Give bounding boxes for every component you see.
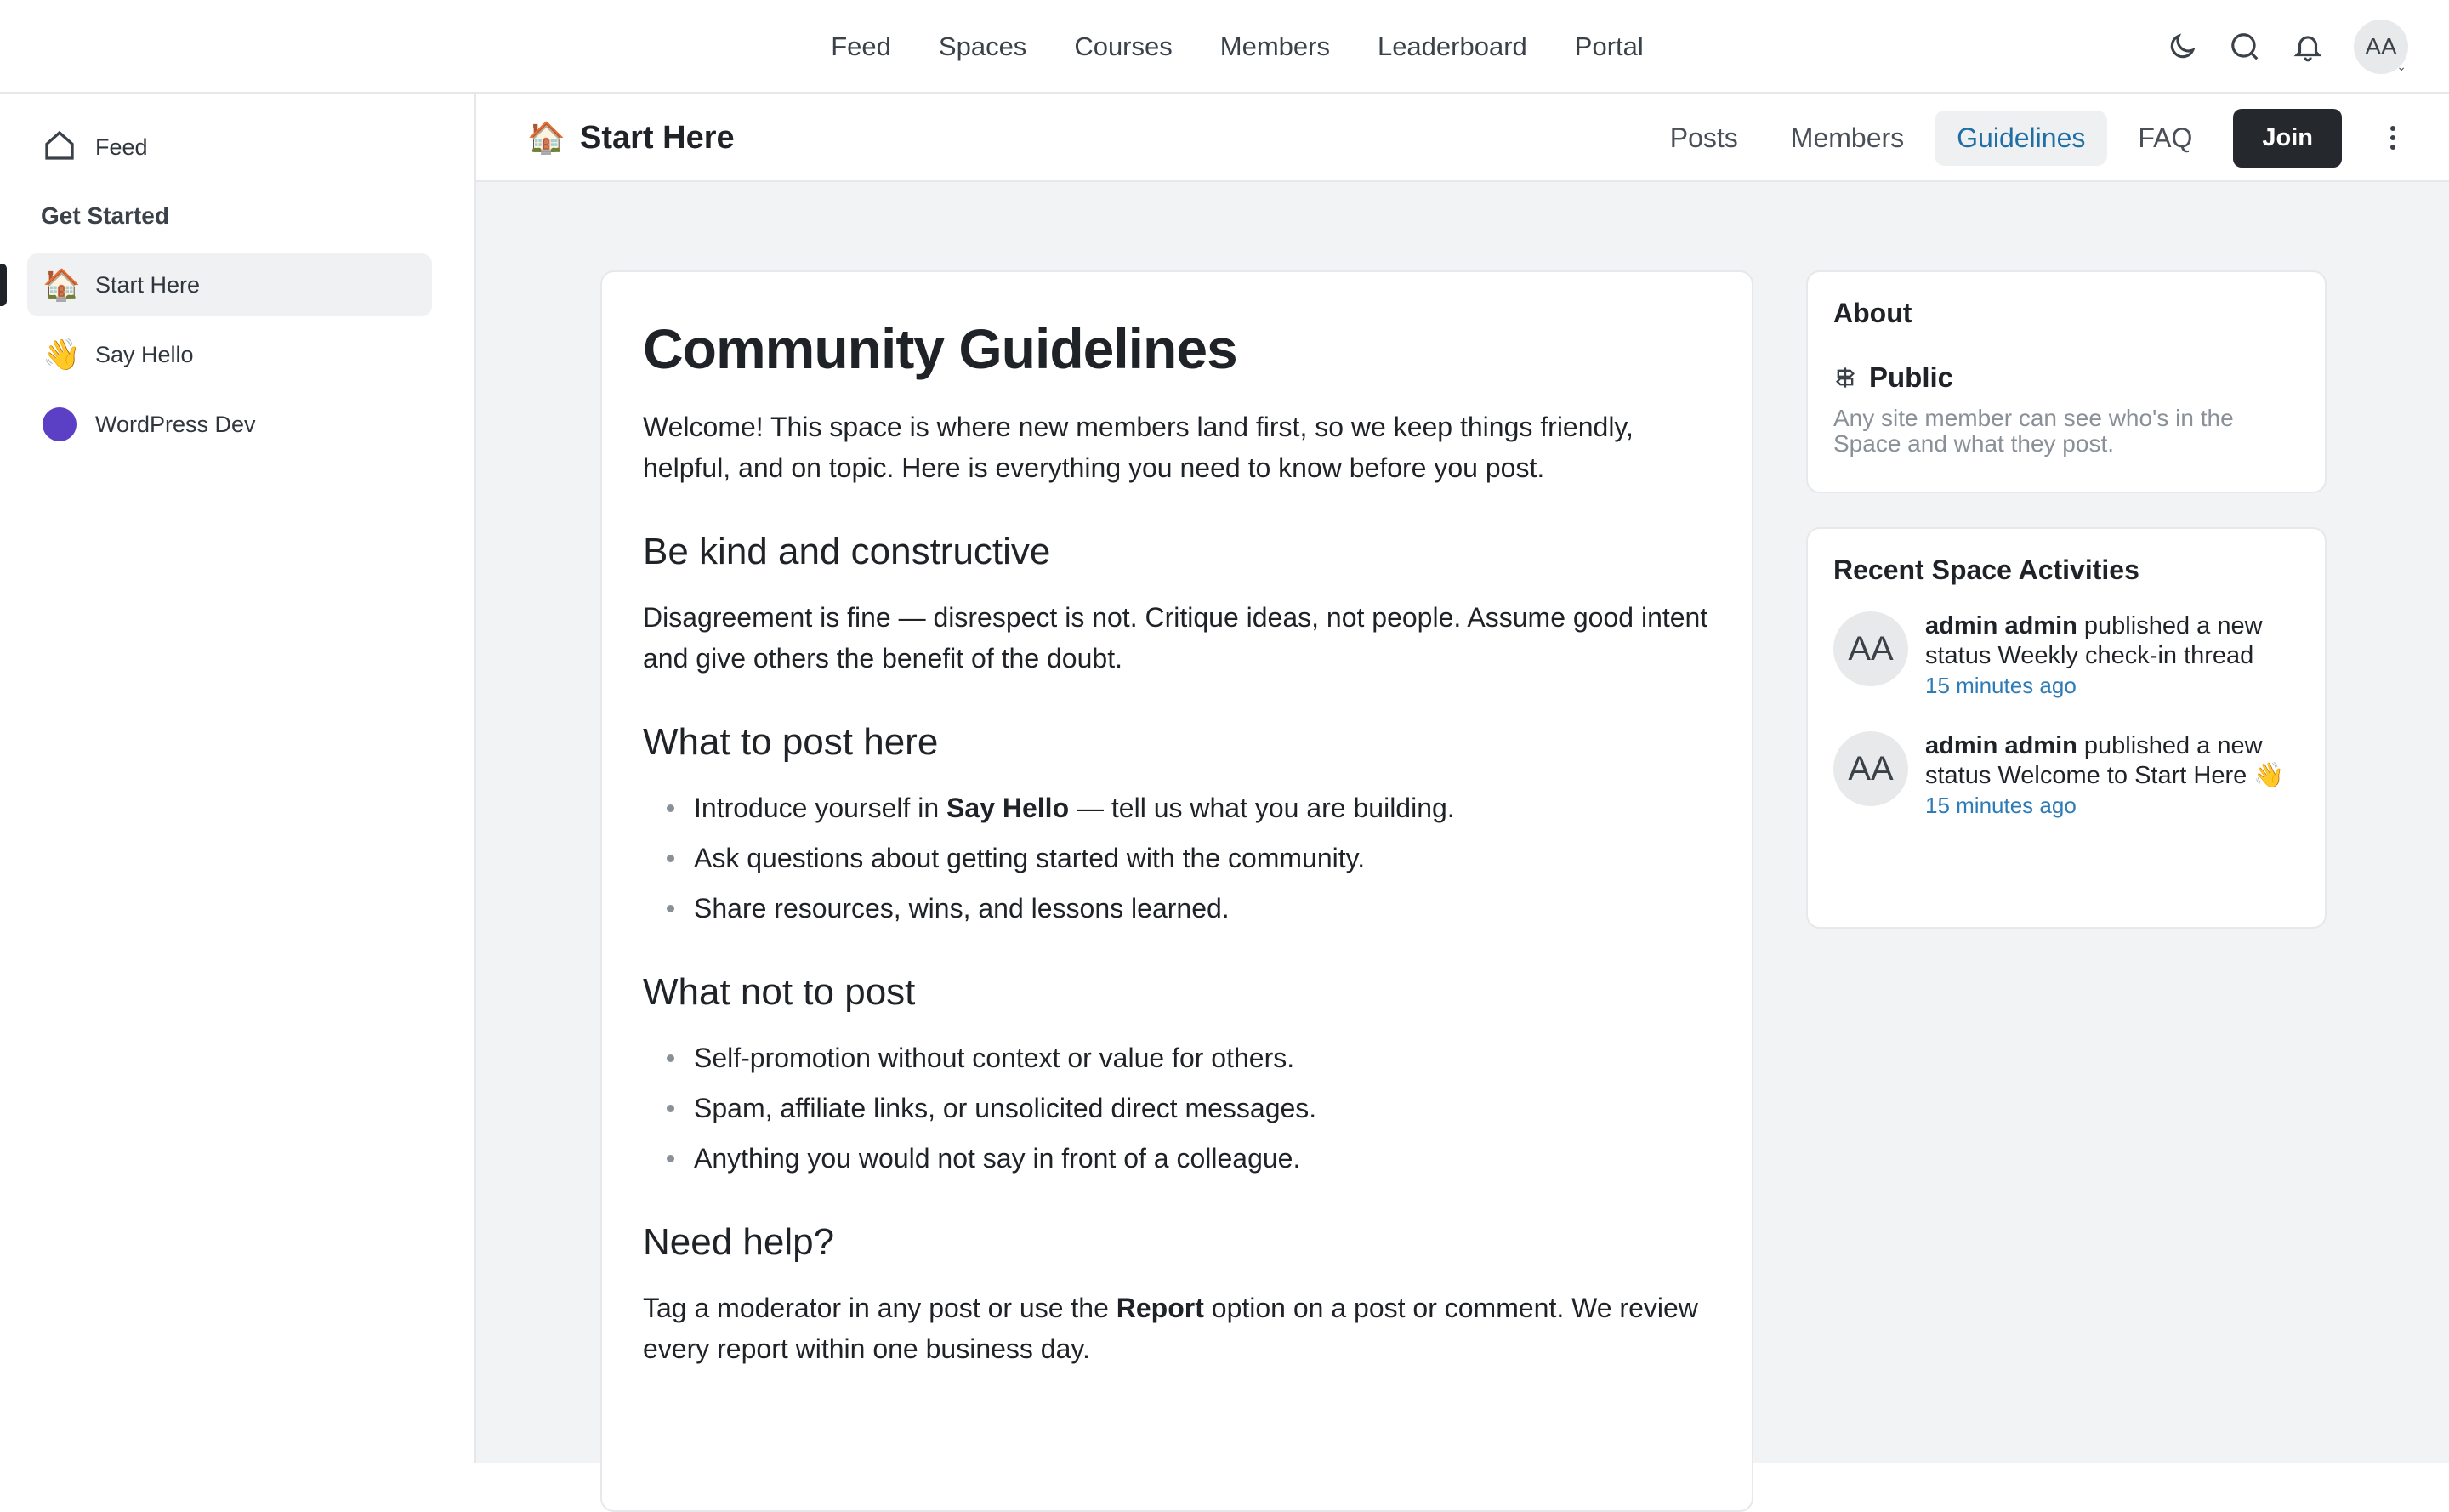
activity-item: AA admin admin published a new status We… [1833, 611, 2299, 699]
nav-spaces[interactable]: Spaces [939, 31, 1026, 62]
tab-members[interactable]: Members [1769, 111, 1926, 166]
house-emoji-icon: 🏠 [527, 120, 565, 155]
list-item: Spam, affiliate links, or unsolicited di… [667, 1088, 1711, 1128]
space-header: 🏠 Start Here Posts Members Guidelines FA… [476, 94, 2449, 182]
activities-title: Recent Space Activities [1833, 554, 2139, 585]
privacy-label: Public [1869, 361, 1954, 393]
notifications-bell-icon[interactable] [2291, 30, 2325, 64]
home-icon [43, 128, 77, 167]
search-icon[interactable] [2228, 30, 2262, 64]
activity-user[interactable]: admin admin [1925, 732, 2077, 759]
sidebar-item-label: Say Hello [95, 341, 194, 367]
space-title: 🏠 Start Here [527, 94, 735, 182]
sidebar-item-say-hello[interactable]: 👋 Say Hello [27, 323, 432, 386]
about-title: About [1833, 298, 1912, 328]
nav-leaderboard[interactable]: Leaderboard [1378, 31, 1527, 62]
nav-feed[interactable]: Feed [831, 31, 891, 62]
space-tabs: Posts Members Guidelines FAQ Join [1648, 94, 2410, 182]
signpost-icon [1836, 367, 1855, 388]
tab-guidelines[interactable]: Guidelines [1935, 110, 2108, 166]
sidebar-section-heading: Get Started [41, 202, 169, 229]
sidebar-item-label: Feed [95, 134, 148, 160]
post-here-list: Introduce yourself in Say Hello — tell u… [643, 787, 1711, 929]
list-item: Share resources, wins, and lessons learn… [667, 888, 1711, 929]
avatar[interactable]: AA [1833, 731, 1908, 806]
nav-members[interactable]: Members [1220, 31, 1330, 62]
activity-user[interactable]: admin admin [1925, 612, 2077, 639]
activity-timestamp[interactable]: 15 minutes ago [1925, 673, 2299, 699]
article-intro: Welcome! This space is where new members… [643, 412, 1634, 483]
sidebar: Feed Get Started 🏠 Start Here 👋 Say Hell… [0, 94, 476, 1463]
say-hello-link: Say Hello [946, 793, 1070, 823]
tab-posts[interactable]: Posts [1648, 111, 1760, 166]
join-button[interactable]: Join [2233, 108, 2342, 168]
about-card: About Public Any site member can see who… [1806, 270, 2327, 493]
list-item: Ask questions about getting started with… [667, 838, 1711, 878]
activity-text: admin admin published a new status Welco… [1925, 732, 2285, 789]
nav-portal[interactable]: Portal [1575, 31, 1644, 62]
avatar[interactable]: AA [1833, 611, 1908, 686]
guidelines-article: Community Guidelines Welcome! This space… [600, 270, 1753, 1512]
list-item: Self-promotion without context or value … [667, 1037, 1711, 1078]
not-post-list: Self-promotion without context or value … [643, 1037, 1711, 1179]
dark-mode-moon-icon[interactable] [2165, 30, 2199, 64]
privacy-description: Any site member can see who's in the Spa… [1833, 405, 2234, 457]
chevron-down-icon: ⌄ [2396, 60, 2406, 73]
activity-text: admin admin published a new status Weekl… [1925, 612, 2263, 669]
user-avatar[interactable]: AA ⌄ [2354, 20, 2408, 74]
section-heading: What not to post [643, 971, 916, 1013]
section-body: Tag a moderator in any post or use the R… [643, 1293, 1698, 1364]
privacy-row: Public [1833, 361, 2299, 394]
nav-courses[interactable]: Courses [1074, 31, 1172, 62]
sidebar-item-label: Start Here [95, 271, 201, 298]
activity-item: AA admin admin published a new status We… [1833, 731, 2299, 819]
section-heading: Need help? [643, 1221, 835, 1263]
more-options-icon[interactable] [2376, 112, 2410, 163]
section-body: Disagreement is fine — disrespect is not… [643, 602, 1708, 674]
activity-target[interactable]: Weekly check-in thread [1997, 642, 2253, 669]
active-indicator [0, 264, 7, 306]
list-item: Introduce yourself in Say Hello — tell u… [667, 787, 1711, 828]
house-emoji-icon: 🏠 [43, 267, 81, 302]
space-name: Start Here [580, 119, 735, 156]
main-navigation: Feed Spaces Courses Members Leaderboard … [0, 0, 2449, 94]
top-actions: AA ⌄ [2165, 0, 2408, 94]
sidebar-item-wordpress-dev[interactable]: WordPress Dev [27, 393, 432, 456]
section-heading: What to post here [643, 721, 939, 763]
sidebar-item-start-here[interactable]: 🏠 Start Here [27, 253, 432, 316]
user-avatar-initials: AA [2365, 33, 2397, 60]
space-color-dot-icon [43, 407, 77, 441]
list-item: Anything you would not say in front of a… [667, 1138, 1711, 1179]
top-bar: Feed Spaces Courses Members Leaderboard … [0, 0, 2449, 94]
article-title: Community Guidelines [643, 317, 1238, 380]
sidebar-item-label: WordPress Dev [95, 411, 256, 437]
sidebar-item-feed[interactable]: Feed [27, 116, 432, 179]
waving-hand-emoji-icon: 👋 [43, 337, 81, 372]
recent-activities-card: Recent Space Activities AA admin admin p… [1806, 527, 2327, 929]
activity-target[interactable]: Welcome to Start Here 👋 [1997, 762, 2284, 789]
tab-faq[interactable]: FAQ [2116, 111, 2214, 166]
activity-timestamp[interactable]: 15 minutes ago [1925, 793, 2299, 819]
section-heading: Be kind and constructive [643, 531, 1051, 572]
